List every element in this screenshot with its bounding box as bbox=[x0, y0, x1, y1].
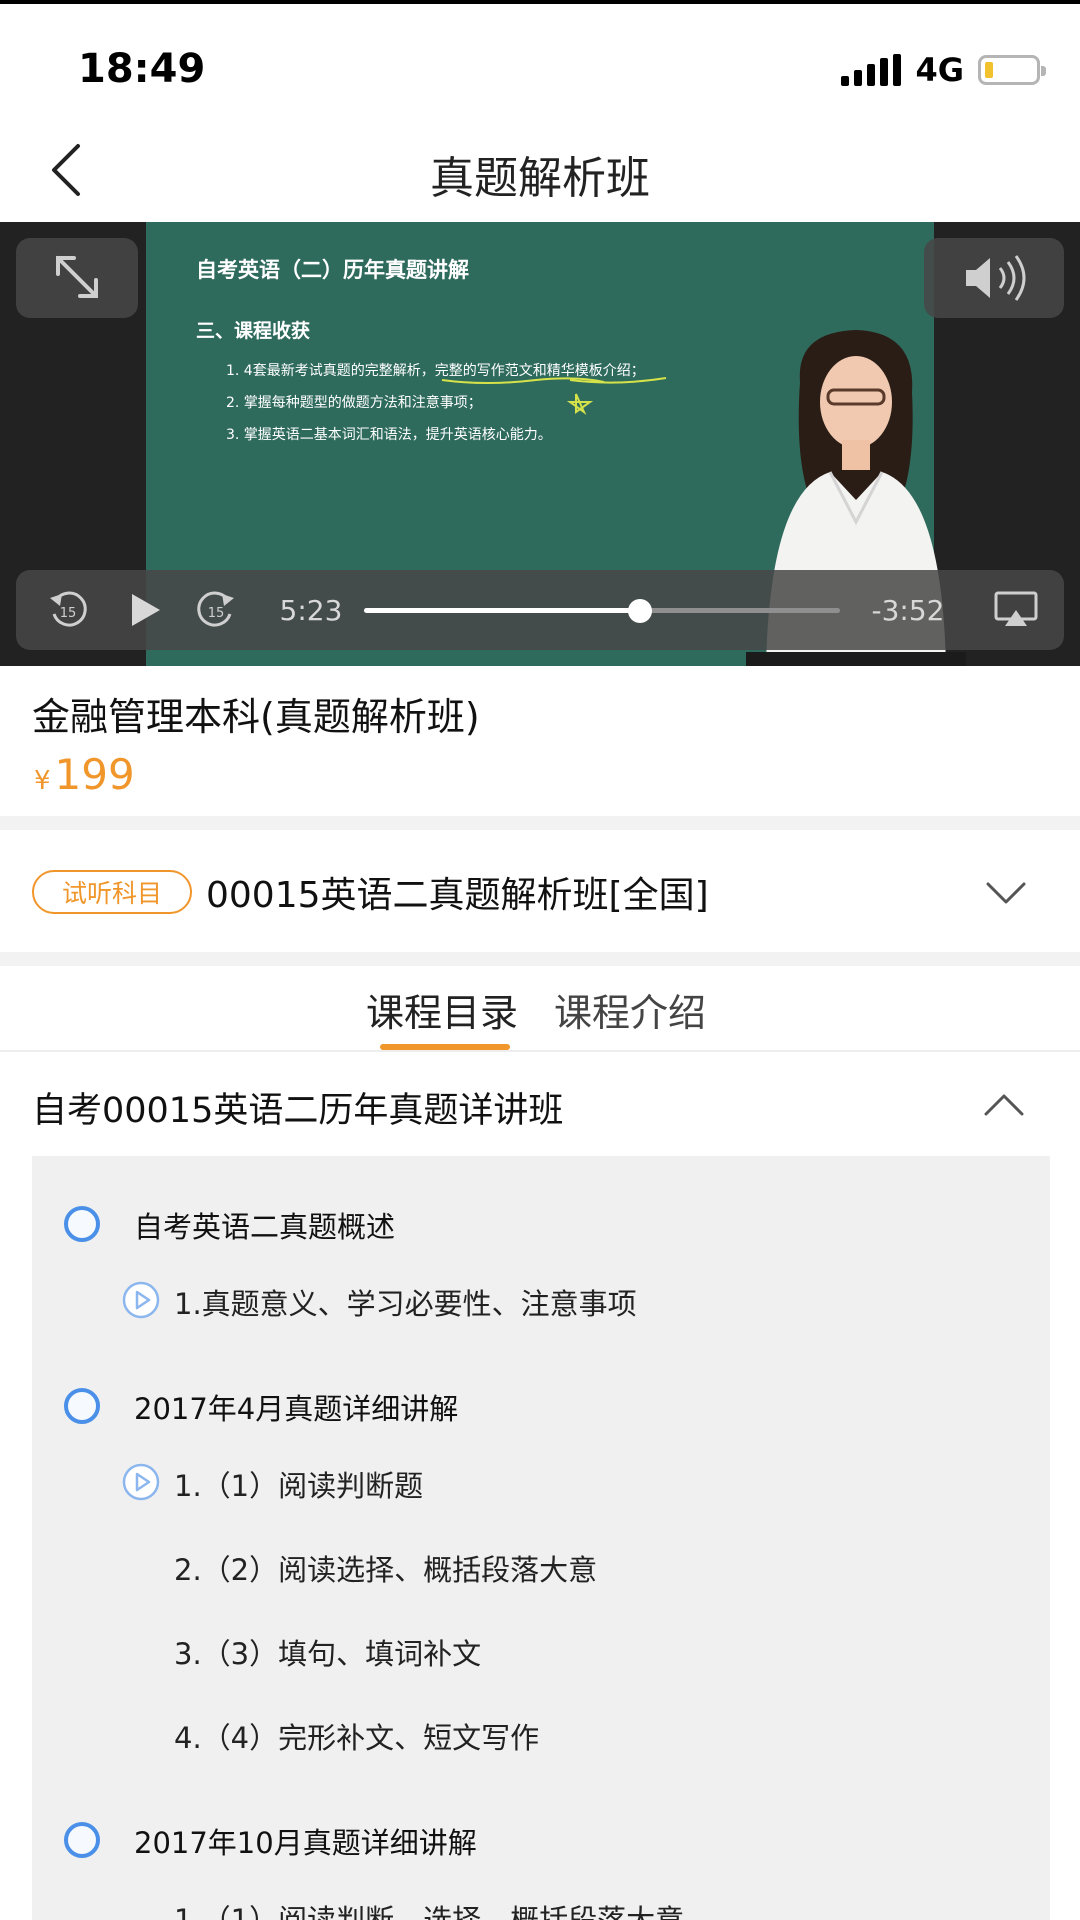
elapsed-time: 5:23 bbox=[268, 570, 354, 650]
chapter-circle-icon bbox=[64, 1388, 100, 1424]
lesson-title: 2.（2）阅读选择、概括段落大意 bbox=[174, 1553, 598, 1587]
chapter-title: 2017年10月真题详细讲解 bbox=[134, 1826, 477, 1860]
svg-text:15: 15 bbox=[208, 606, 225, 621]
elapsed-time-text: 5:23 bbox=[279, 593, 343, 627]
nav-bar: 真题解析班 bbox=[0, 120, 1080, 222]
section-header[interactable]: 自考00015英语二历年真题详讲班 bbox=[0, 1054, 1080, 1154]
tab-catalog[interactable]: 课程目录 bbox=[366, 982, 518, 1037]
airplay-icon bbox=[994, 591, 1038, 626]
tab-intro[interactable]: 课程介绍 bbox=[554, 982, 706, 1037]
chapter-row[interactable]: 2017年10月真题详细讲解 bbox=[32, 1810, 1050, 1870]
lesson-row[interactable]: 4.（4）完形补文、短文写作 bbox=[32, 1704, 1050, 1764]
course-catalog: 自考英语二真题概述 1.真题意义、学习必要性、注意事项 2017年4月真题详细讲… bbox=[32, 1156, 1050, 1920]
fullscreen-icon bbox=[56, 256, 98, 298]
status-indicators: 4G bbox=[841, 50, 1046, 90]
progress-knob[interactable] bbox=[628, 599, 653, 623]
network-type: 4G bbox=[915, 51, 964, 89]
course-info: 金融管理本科(真题解析班) ¥199 bbox=[0, 666, 1080, 816]
lesson-title: 1.真题意义、学习必要性、注意事项 bbox=[174, 1287, 637, 1321]
chapter-circle-icon bbox=[64, 1822, 100, 1858]
volume-icon bbox=[966, 255, 1026, 301]
lesson-title: 4.（4）完形补文、短文写作 bbox=[174, 1721, 540, 1755]
page-title: 真题解析班 bbox=[430, 153, 650, 204]
status-bar: 18:49 4G bbox=[0, 0, 1080, 120]
tab-bar: 课程目录 课程介绍 bbox=[0, 966, 1080, 1052]
airplay-button[interactable] bbox=[978, 570, 1054, 650]
course-name: 金融管理本科(真题解析班) bbox=[32, 695, 480, 739]
active-tab-indicator bbox=[380, 1044, 510, 1050]
battery-low-icon bbox=[978, 55, 1046, 85]
rewind-15-icon: 15 bbox=[50, 591, 87, 627]
signal-icon bbox=[841, 54, 902, 86]
chevron-up-icon[interactable] bbox=[982, 1092, 1026, 1120]
play-circle-icon bbox=[122, 1463, 160, 1501]
progress-slider[interactable] bbox=[364, 599, 840, 623]
chapter-circle-icon bbox=[64, 1206, 100, 1242]
lesson-row[interactable]: 1.真题意义、学习必要性、注意事项 bbox=[32, 1270, 1050, 1330]
fullscreen-button[interactable] bbox=[16, 238, 138, 318]
play-circle-icon bbox=[122, 1281, 160, 1319]
currency-symbol: ¥ bbox=[34, 766, 51, 796]
player-controls: 15 15 5:23 -3:52 bbox=[16, 570, 1064, 650]
forward-15-icon: 15 bbox=[197, 591, 234, 627]
lesson-title: 1.（1）阅读判断、选择、概括段落大意 bbox=[174, 1903, 685, 1920]
lesson-row[interactable]: 3.（3）填句、填词补文 bbox=[32, 1620, 1050, 1680]
price-value: 199 bbox=[54, 750, 135, 799]
lesson-row[interactable]: 1.（1）阅读判断题 bbox=[32, 1452, 1050, 1512]
chapter-title: 2017年4月真题详细讲解 bbox=[134, 1392, 459, 1426]
section-title: 自考00015英语二历年真题详讲班 bbox=[32, 1091, 564, 1131]
lesson-title: 3.（3）填句、填词补文 bbox=[174, 1637, 482, 1671]
trial-subject-selector[interactable]: 试听科目 00015英语二真题解析班[全国] bbox=[0, 830, 1080, 952]
chapter-row[interactable]: 2017年4月真题详细讲解 bbox=[32, 1376, 1050, 1436]
status-time: 18:49 bbox=[78, 46, 206, 92]
trial-subject-name: 00015英语二真题解析班[全国] bbox=[206, 875, 709, 916]
progress-fill bbox=[364, 608, 641, 613]
forward-15-button[interactable]: 15 bbox=[186, 570, 246, 650]
remaining-time-text: -3:52 bbox=[871, 593, 945, 627]
course-price: ¥199 bbox=[34, 750, 135, 799]
section-divider bbox=[0, 952, 1080, 966]
lesson-row[interactable]: 1.（1）阅读判断、选择、概括段落大意 bbox=[32, 1886, 1050, 1920]
lesson-title: 1.（1）阅读判断题 bbox=[174, 1469, 424, 1503]
chevron-down-icon[interactable] bbox=[984, 878, 1028, 906]
trial-badge: 试听科目 bbox=[32, 870, 192, 914]
volume-button[interactable] bbox=[924, 238, 1064, 318]
remaining-time: -3:52 bbox=[850, 570, 966, 650]
play-button[interactable] bbox=[114, 570, 174, 650]
lesson-row[interactable]: 2.（2）阅读选择、概括段落大意 bbox=[32, 1536, 1050, 1596]
rewind-15-button[interactable]: 15 bbox=[38, 570, 98, 650]
svg-text:15: 15 bbox=[60, 606, 77, 621]
section-divider bbox=[0, 816, 1080, 830]
chapter-row[interactable]: 自考英语二真题概述 bbox=[32, 1194, 1050, 1254]
play-icon bbox=[132, 594, 160, 626]
chapter-title: 自考英语二真题概述 bbox=[134, 1210, 396, 1244]
video-player[interactable]: 自考英语（二）历年真题讲解 三、课程收获 1. 4套最新考试真题的完整解析，完整… bbox=[0, 222, 1080, 666]
